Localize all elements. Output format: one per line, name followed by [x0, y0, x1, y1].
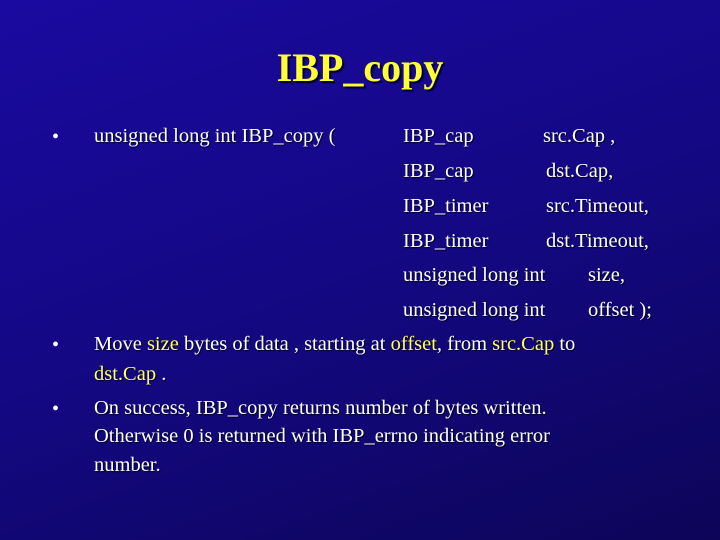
param-type-2: IBP_cap [403, 160, 474, 182]
param-name-5: size, [588, 264, 625, 286]
param-type-5: unsigned long int [403, 264, 546, 286]
bullet-3-line-3: number. [94, 454, 161, 476]
bullet-2-line-1: Move size bytes of data , starting at of… [94, 333, 575, 356]
param-name-6: offset ); [588, 299, 652, 321]
text: . [156, 363, 167, 385]
highlight-srccap: src.Cap [492, 333, 555, 355]
bullet-3-line-1: On success, IBP_copy returns number of b… [94, 397, 547, 419]
param-name-1: src.Cap , [543, 125, 616, 147]
param-name-3: src.Timeout, [546, 195, 649, 217]
param-name-4: dst.Timeout, [546, 230, 649, 252]
bullet-3-marker: • [52, 398, 60, 420]
text: to [554, 333, 576, 355]
param-type-6: unsigned long int [403, 299, 546, 321]
bullet-1-marker: • [52, 126, 60, 148]
highlight-offset: offset [390, 333, 437, 355]
param-type-4: IBP_timer [403, 230, 489, 252]
bullet-2-line-2: dst.Cap . [94, 363, 166, 386]
signature-prefix: unsigned long int IBP_copy ( [94, 125, 336, 147]
param-name-2: dst.Cap, [546, 160, 614, 182]
bullet-2-marker: • [52, 334, 60, 356]
text: , from [436, 333, 493, 355]
slide-title: IBP_copy [276, 45, 444, 90]
param-type-3: IBP_timer [403, 195, 489, 217]
text: bytes of data , starting at [178, 333, 391, 355]
highlight-size: size [146, 333, 179, 355]
param-type-1: IBP_cap [403, 125, 474, 147]
text: Move [94, 333, 147, 355]
bullet-3-line-2: Otherwise 0 is returned with IBP_errno i… [94, 425, 551, 447]
highlight-dstcap: dst.Cap [94, 363, 157, 385]
